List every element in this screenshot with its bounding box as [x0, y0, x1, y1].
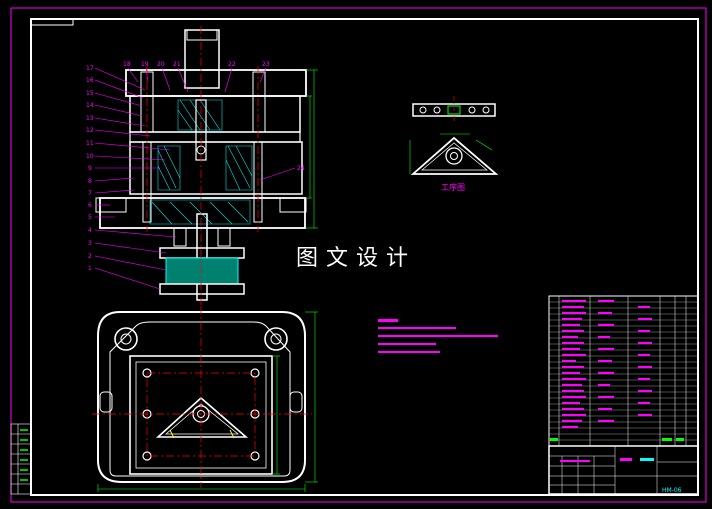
drawing-code: HM-06: [662, 487, 682, 494]
part-label-17: 17: [86, 65, 94, 72]
part-label-11: 11: [86, 140, 94, 147]
part-label-2: 2: [88, 253, 92, 260]
part-label-1: 1: [88, 265, 92, 272]
part-label-13: 13: [86, 115, 94, 122]
process-drawing-label: 工序图: [441, 183, 465, 192]
process-sketch: [409, 96, 499, 175]
part-label-24: 24: [297, 165, 305, 172]
bom-table: [548, 295, 699, 447]
part-label-23: 23: [262, 61, 270, 68]
part-label-8: 8: [88, 178, 92, 185]
part-label-22: 22: [228, 61, 236, 68]
part-label-4: 4: [88, 227, 92, 234]
part-label-9: 9: [88, 165, 92, 172]
watermark-text: 图文设计: [296, 246, 417, 271]
part-label-16: 16: [86, 77, 94, 84]
left-binding-strip: [10, 423, 32, 495]
part-label-14: 14: [86, 102, 94, 109]
part-label-10: 10: [86, 153, 94, 160]
part-label-7: 7: [88, 190, 92, 197]
part-label-6: 6: [88, 202, 92, 209]
part-label-3: 3: [88, 240, 92, 247]
part-label-18: 18: [123, 61, 131, 68]
part-label-5: 5: [88, 214, 92, 221]
part-label-15: 15: [86, 90, 94, 97]
technical-notes: [378, 319, 498, 353]
part-label-19: 19: [141, 61, 149, 68]
die-section-view: 1 2 3 4 5 6 7 8 9 10 11 12 13 14 15 16 1…: [86, 26, 318, 305]
part-label-12: 12: [86, 127, 94, 134]
die-plan-view: [92, 306, 318, 492]
part-label-21: 21: [173, 61, 181, 68]
part-label-20: 20: [157, 61, 165, 68]
